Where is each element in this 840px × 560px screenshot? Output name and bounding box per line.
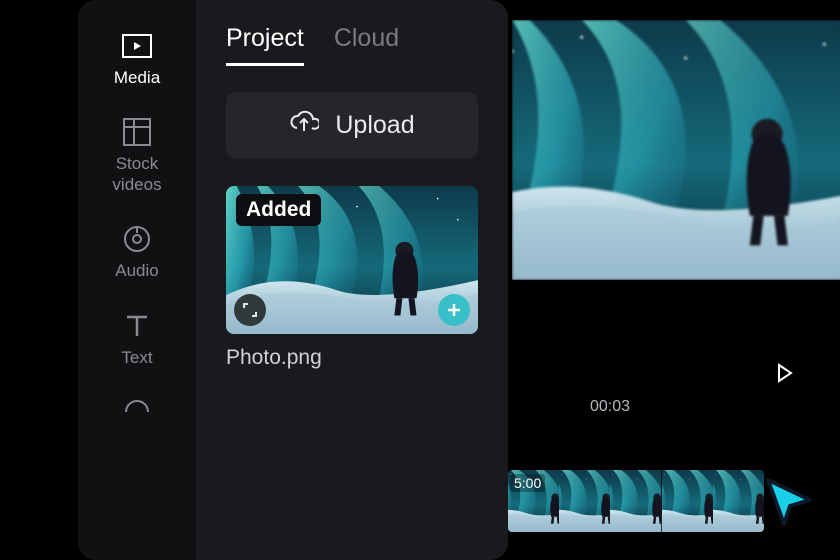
upload-button[interactable]: Upload xyxy=(226,92,478,158)
sidebar-item-label: Stock videos xyxy=(112,154,161,195)
media-panel: Project Cloud Upload Added Photo.png xyxy=(196,0,508,560)
timeline-ruler: 00:03 xyxy=(590,398,630,416)
stock-videos-icon xyxy=(121,116,153,148)
cursor-icon xyxy=(762,474,818,535)
sidebar: Media Stock videos Audio Text xyxy=(78,0,196,560)
audio-icon xyxy=(121,223,153,255)
edge-dither xyxy=(0,0,90,560)
add-to-timeline-button[interactable] xyxy=(438,294,470,326)
media-thumbnail: Added xyxy=(226,186,478,334)
added-badge: Added xyxy=(236,194,321,226)
upload-label: Upload xyxy=(335,111,414,140)
sidebar-item-text[interactable]: Text xyxy=(121,310,153,368)
sidebar-item-more[interactable] xyxy=(121,396,153,428)
tab-cloud[interactable]: Cloud xyxy=(334,24,399,66)
cloud-upload-icon xyxy=(289,109,319,142)
sidebar-item-stock-videos[interactable]: Stock videos xyxy=(112,116,161,195)
globe-icon xyxy=(121,396,153,428)
media-filename: Photo.png xyxy=(226,346,478,370)
clip-duration: 5:00 xyxy=(510,474,545,492)
sidebar-item-label: Text xyxy=(121,348,152,368)
tab-project[interactable]: Project xyxy=(226,24,304,66)
editor-panel: Media Stock videos Audio Text xyxy=(78,0,508,560)
timeline-clip[interactable] xyxy=(508,470,764,532)
timecode: 00:03 xyxy=(590,398,630,416)
play-icon[interactable] xyxy=(776,363,794,388)
media-icon xyxy=(121,30,153,62)
sidebar-item-audio[interactable]: Audio xyxy=(115,223,158,281)
sidebar-item-label: Audio xyxy=(115,261,158,281)
sidebar-item-label: Media xyxy=(114,68,160,88)
sidebar-item-media[interactable]: Media xyxy=(114,30,160,88)
media-item[interactable]: Added Photo.png xyxy=(226,186,478,370)
text-icon xyxy=(121,310,153,342)
panel-tabs: Project Cloud xyxy=(226,24,478,66)
preview-canvas xyxy=(512,20,840,280)
expand-button[interactable] xyxy=(234,294,266,326)
